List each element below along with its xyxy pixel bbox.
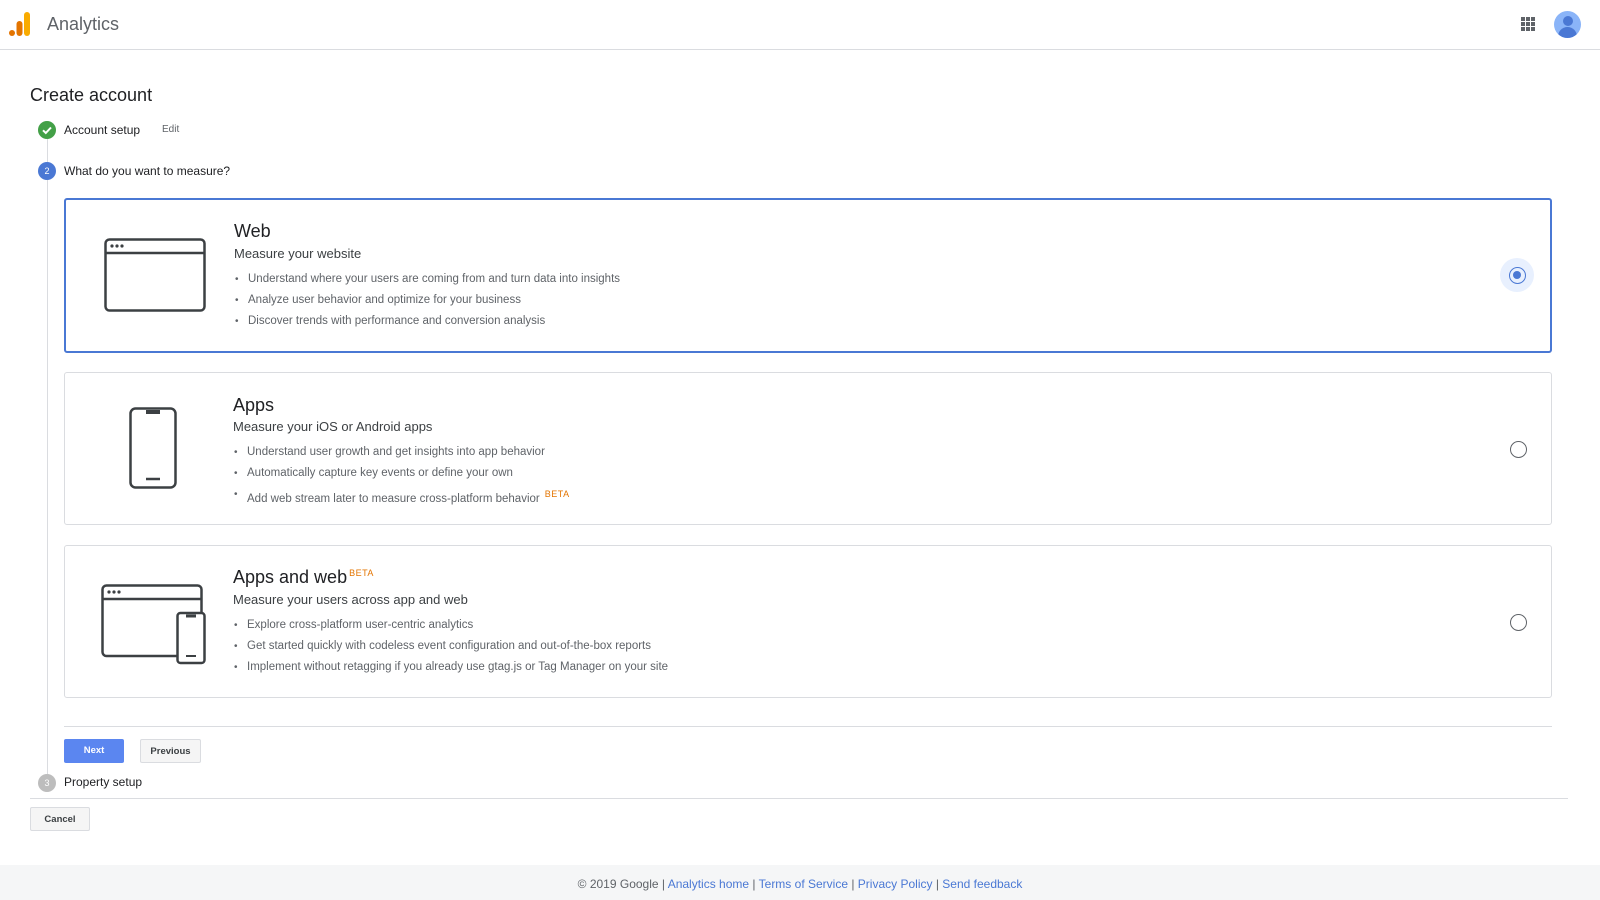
step-number-badge: 2 [38,162,56,180]
beta-badge: BETA [349,568,374,578]
page-footer: © 2019 Google | Analytics home | Terms o… [0,865,1600,900]
previous-button[interactable]: Previous [140,739,201,763]
page-title: Create account [30,85,153,105]
analytics-logo-icon[interactable] [9,12,33,36]
option-bullets-apps-and-web: Explore cross-platform user-centric anal… [233,615,668,678]
step-label-property-setup: Property setup [64,775,143,789]
browser-and-phone-icon [101,584,206,665]
option-bullets-apps: Understand user growth and get insights … [233,442,570,505]
edit-account-setup-link[interactable]: Edit [162,124,179,135]
beta-badge: BETA [544,489,570,499]
app-title[interactable]: Analytics [47,14,119,35]
radio-web[interactable] [1509,267,1526,284]
step-label-account-setup: Account setup [64,123,141,137]
list-item: Get started quickly with codeless event … [233,636,668,657]
option-card-apps[interactable]: Apps Measure your iOS or Android apps Un… [64,372,1552,525]
terms-of-service-link[interactable]: Terms of Service [759,877,848,891]
browser-window-icon [104,238,206,312]
step-complete-check-icon [38,121,56,139]
list-item: Explore cross-platform user-centric anal… [233,615,668,636]
top-app-bar: Analytics [0,0,1600,50]
stepper-connector [47,139,48,163]
next-button[interactable]: Next [64,739,124,763]
list-item: Add web stream later to measure cross-pl… [233,484,570,505]
analytics-home-link[interactable]: Analytics home [668,877,749,891]
account-avatar[interactable] [1554,11,1581,38]
divider [30,798,1568,799]
option-bullets-web: Understand where your users are coming f… [234,269,620,332]
footer-separator: | [658,877,668,891]
list-item: Understand user growth and get insights … [233,442,570,463]
privacy-policy-link[interactable]: Privacy Policy [858,877,933,891]
list-item: Understand where your users are coming f… [234,269,620,290]
option-title-apps-and-web: Apps and web BETA [233,567,374,588]
send-feedback-link[interactable]: Send feedback [942,877,1022,891]
option-subtitle-web: Measure your website [234,246,362,261]
list-item: Implement without retagging if you alrea… [233,657,668,678]
option-card-apps-and-web[interactable]: Apps and web BETA Measure your users acro… [64,545,1552,698]
stepper-connector [47,180,48,774]
option-subtitle-apps: Measure your iOS or Android apps [233,419,433,434]
radio-apps-and-web[interactable] [1510,614,1527,631]
footer-separator: | [749,877,759,891]
step-number-badge: 3 [38,774,56,792]
cancel-button[interactable]: Cancel [30,807,90,831]
bullet-text: Add web stream later to measure cross-pl… [247,492,540,505]
list-item: Automatically capture key events or defi… [233,463,570,484]
divider [64,726,1552,727]
apps-grid-icon[interactable] [1521,17,1535,31]
option-card-web[interactable]: Web Measure your website Understand wher… [64,198,1552,353]
list-item: Analyze user behavior and optimize for y… [234,290,620,311]
footer-separator: | [848,877,858,891]
option-title-text: Apps and web [233,567,348,587]
smartphone-icon [129,407,177,489]
option-subtitle-apps-and-web: Measure your users across app and web [233,592,468,607]
option-title-apps: Apps [233,395,275,415]
option-title-web: Web [234,221,271,241]
step-label-measure: What do you want to measure? [64,164,231,178]
footer-separator: | [932,877,943,891]
radio-apps[interactable] [1510,441,1527,458]
copyright-text: © 2019 Google [577,877,659,891]
list-item: Discover trends with performance and con… [234,311,620,332]
